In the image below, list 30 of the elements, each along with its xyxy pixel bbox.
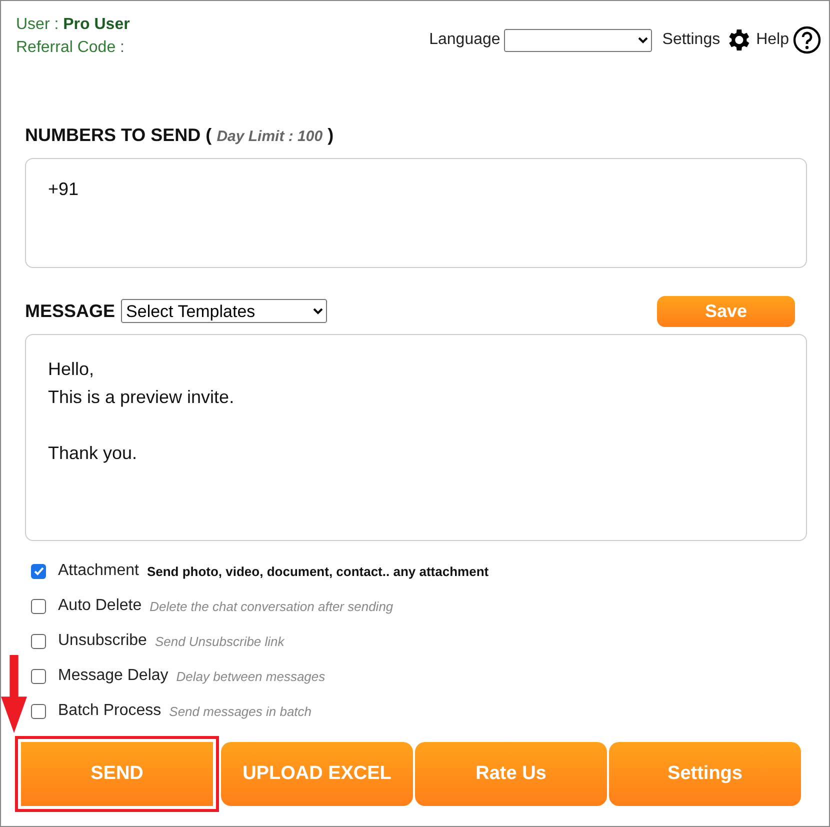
checkbox[interactable] (31, 634, 46, 648)
numbers-title: NUMBERS TO SEND ( (25, 125, 212, 146)
language-label: Language (429, 31, 500, 49)
option-label: Message Delay (58, 667, 168, 685)
option-description: Delete the chat conversation after sending (150, 598, 394, 614)
message-field[interactable]: Hello, This is a preview invite. Thank you. (25, 334, 807, 541)
option-label: Unsubscribe (58, 632, 147, 650)
option-label: Batch Process (58, 702, 162, 720)
option-description: Send Unsubscribe link (154, 634, 284, 648)
checkbox[interactable] (31, 704, 46, 718)
option-description: Send messages in batch (169, 704, 312, 718)
checkbox[interactable] (31, 564, 46, 578)
language-dropdown[interactable] (504, 28, 652, 52)
checkbox[interactable] (31, 668, 46, 684)
settings-link[interactable]: Settings (662, 31, 720, 49)
numbers-field[interactable]: +91 (25, 158, 807, 268)
day-limit: Day Limit : 100 (216, 128, 323, 145)
closing-paren: ) (328, 125, 334, 146)
help-icon[interactable] (793, 26, 821, 54)
option-label: Attachment (58, 562, 139, 580)
checkbox[interactable] (31, 598, 46, 614)
message-title: MESSAGE (25, 300, 116, 322)
help-link[interactable]: Help (756, 31, 789, 49)
user-label: User : (16, 16, 59, 33)
option-description: Delay between messages (176, 668, 326, 684)
option-description: Send photo, video, document, contact.. any attachment (146, 564, 489, 578)
referral-label: Referral Code : (16, 39, 124, 56)
template-dropdown[interactable]: Select Templates (121, 299, 328, 323)
user-name: Pro User (63, 16, 130, 33)
option-label: Auto Delete (58, 597, 142, 615)
